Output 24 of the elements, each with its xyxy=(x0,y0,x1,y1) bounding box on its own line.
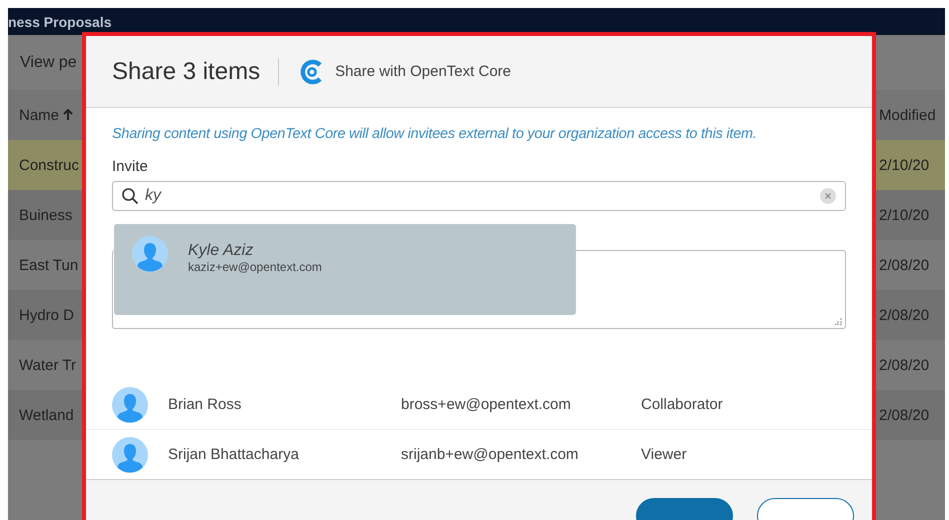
modified-date: 2/08/20 xyxy=(879,406,930,424)
toolbar-text: View pe xyxy=(20,54,77,72)
person-name: Brian Ross xyxy=(168,396,242,413)
modified-date: 2/10/20 xyxy=(879,156,930,174)
person-email: bross+ew@opentext.com xyxy=(401,396,572,413)
service-label: Share with OpenText Core xyxy=(335,63,511,80)
modified-date: 2/08/20 xyxy=(879,306,930,324)
file-name: Hydro D xyxy=(19,306,76,324)
file-name: Construc xyxy=(19,156,80,174)
page-title: ness Proposals xyxy=(8,14,112,30)
modified-date: 2/08/20 xyxy=(879,356,930,374)
modified-date: 2/10/20 xyxy=(879,206,930,224)
file-name: Water Tr xyxy=(19,356,77,374)
file-name: Buiness xyxy=(19,206,74,224)
person-name: Srijan Bhattacharya xyxy=(168,446,300,463)
dialog-title: Share 3 items xyxy=(112,58,260,86)
person-email: srijanb+ew@opentext.com xyxy=(401,446,580,463)
file-name: Wetland xyxy=(19,406,75,424)
notice-text: Sharing content using OpenText Core will allow invitees external to your organization access to this item. xyxy=(112,126,758,142)
search-text: ky xyxy=(145,187,163,205)
modified-date: 2/08/20 xyxy=(879,256,930,274)
suggestion-email: kaziz+ew@opentext.com xyxy=(188,260,322,274)
invite-label: Invite xyxy=(112,158,149,175)
file-name: East Tun xyxy=(19,256,80,274)
